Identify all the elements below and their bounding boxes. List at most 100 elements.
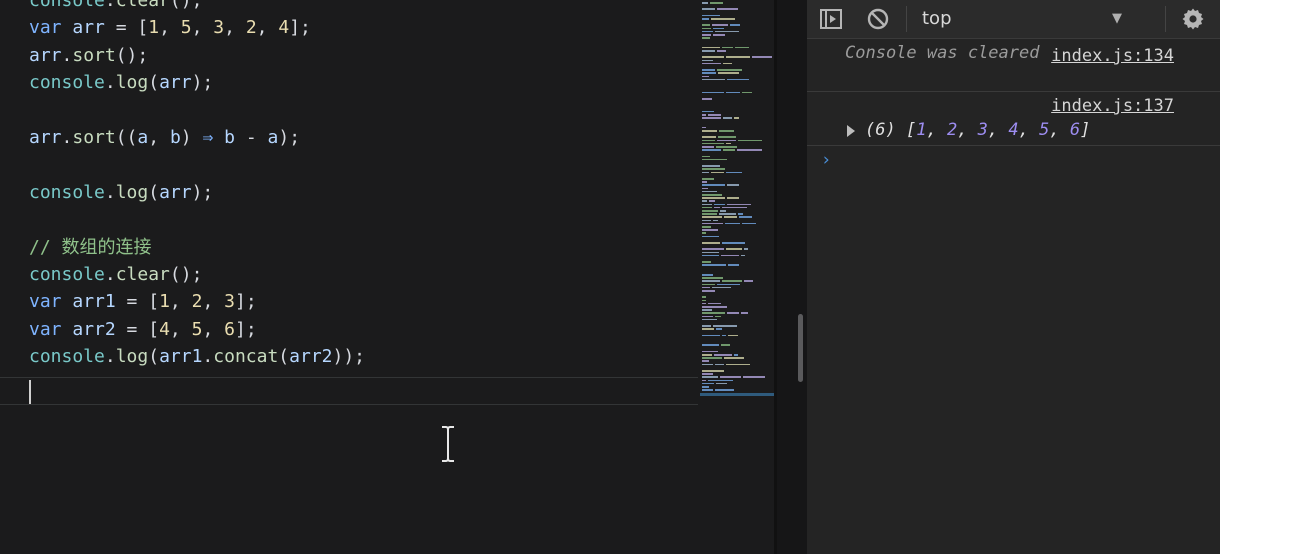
code-line[interactable]: arr.sort((a, b) ⇒ b - a); xyxy=(29,124,365,151)
sidebar-toggle-icon[interactable] xyxy=(819,7,843,31)
context-selector[interactable]: top xyxy=(922,8,952,29)
code-area[interactable]: console.clear(); var arr = [1, 5, 3, 2, 4… xyxy=(29,0,365,370)
code-token: . xyxy=(61,44,73,66)
minimap-line xyxy=(716,382,727,385)
minimap-line xyxy=(702,14,720,17)
minimap-line xyxy=(702,373,713,375)
source-link[interactable]: index.js:134 xyxy=(1051,46,1174,66)
code-line[interactable]: var arr1 = [1, 2, 3]; xyxy=(29,288,365,315)
minimap-line xyxy=(702,299,706,302)
minimap-line xyxy=(730,24,740,26)
minimap-line xyxy=(702,139,715,142)
minimap-line xyxy=(702,213,717,215)
code-token: , xyxy=(169,318,192,340)
code-line[interactable]: console.log(arr); xyxy=(29,69,365,96)
minimap-line xyxy=(720,210,726,212)
code-token: // 数组的连接 xyxy=(29,236,152,258)
code-line[interactable] xyxy=(29,151,365,178)
minimap-line xyxy=(715,30,739,33)
current-line-highlight xyxy=(0,377,698,405)
code-token: , xyxy=(159,17,181,39)
divider-grip-handle[interactable] xyxy=(798,314,803,382)
code-token: console xyxy=(29,181,105,203)
code-token: 1 xyxy=(159,291,170,313)
minimap-line xyxy=(702,235,719,238)
minimap-line xyxy=(702,360,709,362)
code-token: arr1 xyxy=(159,346,203,368)
minimap-line xyxy=(726,171,742,174)
code-line[interactable] xyxy=(29,206,365,233)
editor-minimap[interactable] xyxy=(700,0,774,554)
code-token: 3 xyxy=(224,291,235,313)
minimap-line xyxy=(702,318,717,321)
code-token: ); xyxy=(191,72,214,94)
code-token: var xyxy=(29,17,73,39)
minimap-line xyxy=(714,203,725,206)
source-link[interactable]: index.js:137 xyxy=(1051,96,1174,116)
minimap-line xyxy=(727,78,749,81)
code-token: concat xyxy=(213,346,279,368)
code-token: arr2 xyxy=(289,346,333,368)
dropdown-caret-icon[interactable]: ▼ xyxy=(1112,11,1122,26)
minimap-line xyxy=(738,213,743,215)
code-token: 2 xyxy=(245,17,257,39)
code-token: 5 xyxy=(180,17,192,39)
array-length: (6) xyxy=(865,120,896,140)
code-line[interactable]: var arr2 = [4, 5, 6]; xyxy=(29,316,365,343)
code-token: ) xyxy=(180,126,203,148)
minimap-line xyxy=(711,171,724,174)
minimap-current-line xyxy=(700,393,774,396)
code-token: . xyxy=(104,0,116,11)
minimap-line xyxy=(702,283,715,286)
code-line[interactable]: // 数组的连接 xyxy=(29,234,365,261)
array-output[interactable]: (6) [1, 2, 3, 4, 5, 6] xyxy=(865,120,1090,140)
panel-divider[interactable] xyxy=(777,0,807,554)
code-token: = [ xyxy=(115,318,160,340)
minimap-line xyxy=(735,46,749,49)
code-token: sort xyxy=(72,44,116,66)
minimap-line xyxy=(702,110,714,113)
minimap-line xyxy=(702,210,718,212)
code-line[interactable] xyxy=(29,97,365,124)
minimap-line xyxy=(702,146,714,148)
expand-triangle-icon[interactable] xyxy=(847,125,855,137)
minimap-line xyxy=(702,309,712,311)
minimap-line xyxy=(702,184,725,186)
code-token: console xyxy=(29,346,105,368)
toolbar-separator xyxy=(906,6,907,32)
gear-icon[interactable] xyxy=(1181,7,1205,31)
minimap-line xyxy=(702,354,712,356)
code-line[interactable]: var arr = [1, 5, 3, 2, 4]; xyxy=(29,14,365,41)
code-line[interactable]: console.log(arr); xyxy=(29,179,365,206)
minimap-line xyxy=(702,158,727,161)
code-token: 2 xyxy=(191,291,203,313)
minimap-line xyxy=(702,264,726,266)
code-token: 1 xyxy=(148,17,160,39)
minimap-line xyxy=(702,344,719,346)
code-editor[interactable]: console.clear(); var arr = [1, 5, 3, 2, 4… xyxy=(0,0,775,554)
minimap-line xyxy=(717,139,736,142)
minimap-line xyxy=(702,155,710,158)
code-token: = [ xyxy=(115,291,160,313)
minimap-line xyxy=(702,62,721,65)
code-line[interactable]: console.clear(); xyxy=(29,0,365,14)
clear-console-icon[interactable] xyxy=(866,7,890,31)
code-line[interactable]: console.clear(); xyxy=(29,261,365,288)
code-token: 5 xyxy=(191,318,203,340)
code-line[interactable]: console.log(arr1.concat(arr2)); xyxy=(29,343,365,370)
minimap-line xyxy=(702,149,721,151)
minimap-line xyxy=(702,386,709,388)
minimap-line xyxy=(726,56,750,58)
code-token: a xyxy=(137,126,149,148)
code-token: clear xyxy=(115,0,170,11)
minimap-line xyxy=(702,261,711,263)
console-prompt[interactable]: › xyxy=(821,150,831,170)
minimap-line xyxy=(722,242,745,244)
code-line[interactable]: arr.sort(); xyxy=(29,42,365,69)
code-token: arr xyxy=(159,72,192,94)
minimap-line xyxy=(713,325,737,327)
minimap-line xyxy=(722,46,733,49)
minimap-line xyxy=(702,315,713,318)
code-token: . xyxy=(202,346,214,368)
minimap-line xyxy=(739,216,752,218)
